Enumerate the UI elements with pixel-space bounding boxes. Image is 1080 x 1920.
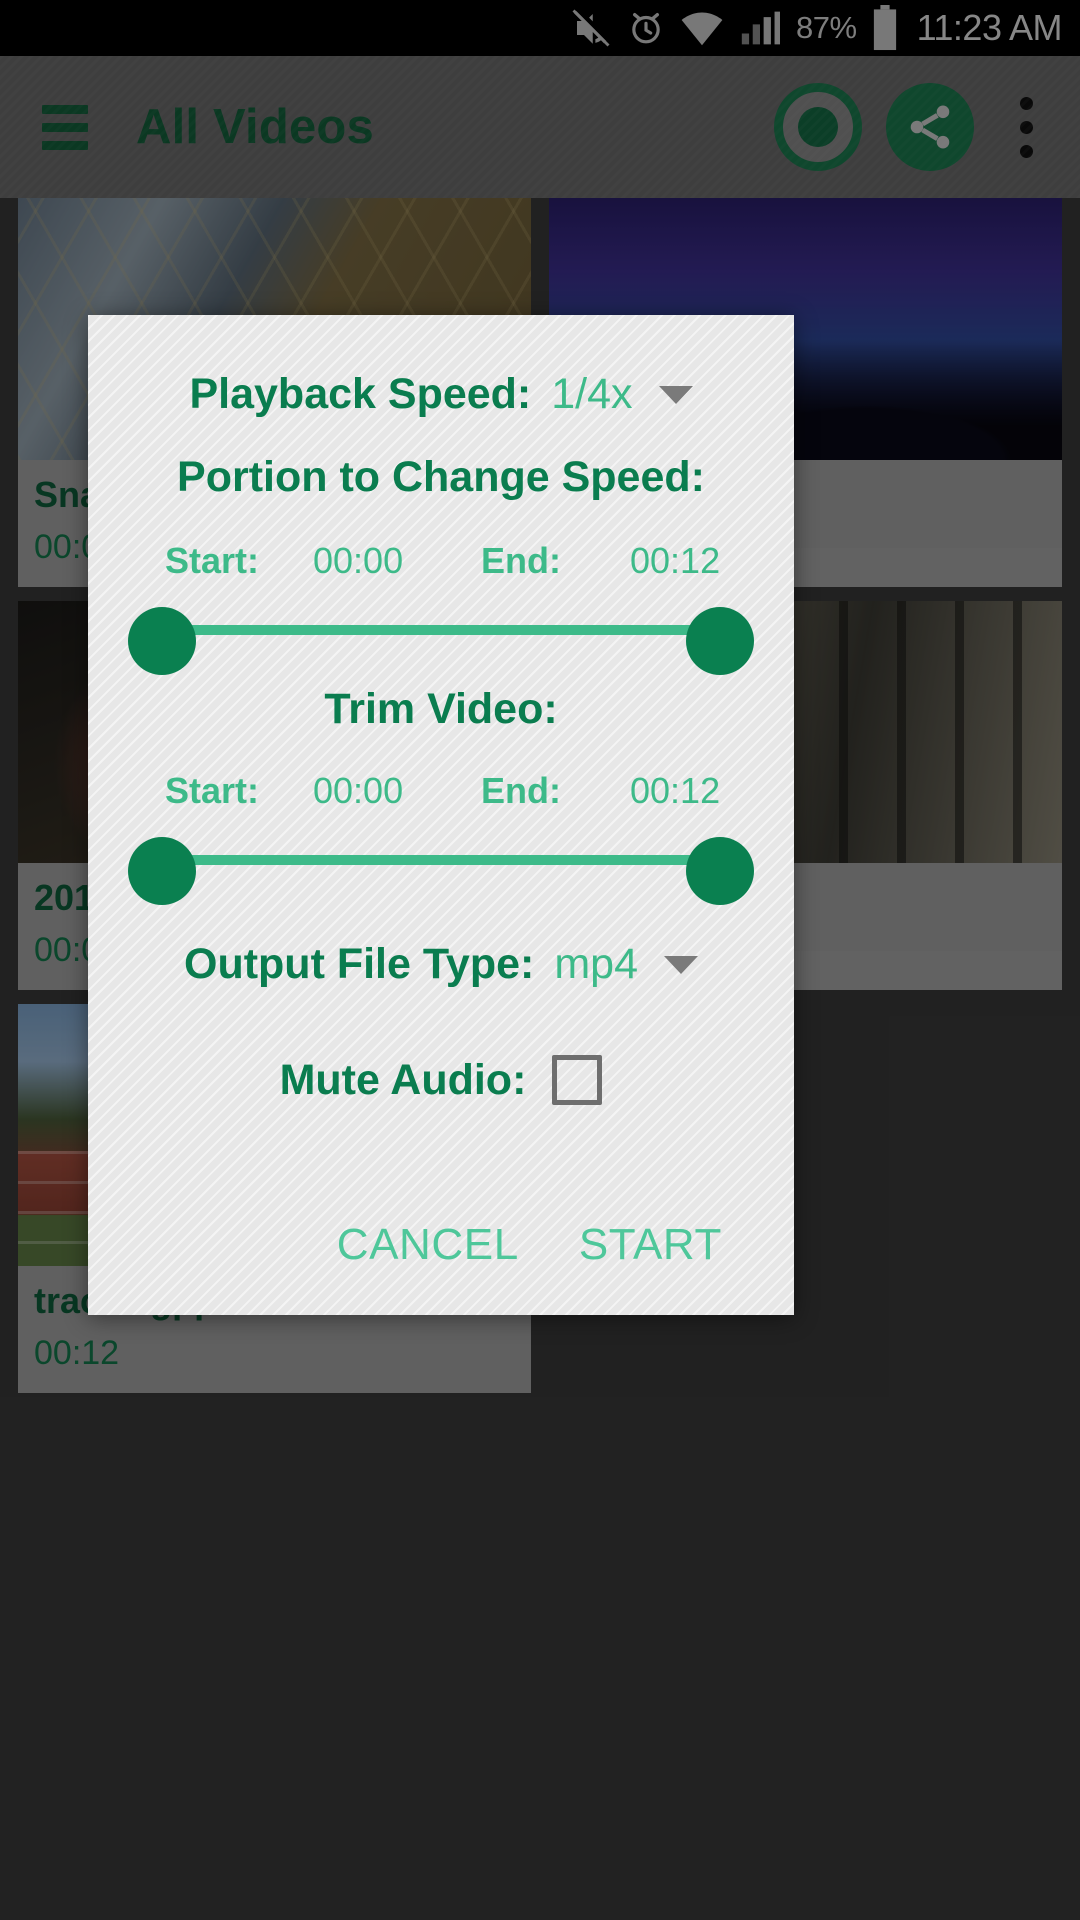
output-file-type-value[interactable]: mp4 [554, 940, 638, 989]
cancel-button[interactable]: CANCEL [337, 1220, 519, 1270]
trim-start-label: Start: [165, 770, 259, 812]
start-button[interactable]: START [579, 1220, 722, 1270]
trim-range-slider[interactable] [128, 817, 754, 901]
playback-speed-label: Playback Speed: [189, 370, 531, 419]
playback-speed-row[interactable]: Playback Speed: 1/4x [88, 370, 794, 419]
mute-audio-row[interactable]: Mute Audio: [88, 1055, 794, 1105]
output-file-type-label: Output File Type: [184, 940, 534, 989]
portion-start-value: 00:00 [313, 540, 403, 582]
trim-end-thumb[interactable] [686, 837, 754, 905]
trim-end-label: End: [481, 770, 561, 812]
output-file-type-row[interactable]: Output File Type: mp4 [88, 940, 794, 989]
portion-end-label: End: [481, 540, 561, 582]
dialog-actions: CANCEL START [337, 1220, 722, 1270]
portion-range-values: Start: 00:00 End: 00:12 [88, 540, 794, 584]
trim-section-title: Trim Video: [88, 685, 794, 734]
portion-range-slider[interactable] [128, 587, 754, 671]
portion-end-thumb[interactable] [686, 607, 754, 675]
portion-start-label: Start: [165, 540, 259, 582]
portion-section-title: Portion to Change Speed: [88, 453, 794, 502]
playback-speed-value[interactable]: 1/4x [551, 370, 632, 419]
mute-audio-checkbox[interactable] [552, 1055, 602, 1105]
video-edit-dialog: Playback Speed: 1/4x Portion to Change S… [88, 315, 794, 1315]
trim-range-values: Start: 00:00 End: 00:12 [88, 770, 794, 814]
chevron-down-icon[interactable] [659, 386, 693, 404]
mute-audio-label: Mute Audio: [280, 1056, 527, 1105]
chevron-down-icon[interactable] [664, 956, 698, 974]
slider-track [163, 625, 719, 635]
slider-track [163, 855, 719, 865]
trim-start-thumb[interactable] [128, 837, 196, 905]
trim-start-value: 00:00 [313, 770, 403, 812]
portion-end-value: 00:12 [630, 540, 720, 582]
trim-end-value: 00:12 [630, 770, 720, 812]
portion-start-thumb[interactable] [128, 607, 196, 675]
